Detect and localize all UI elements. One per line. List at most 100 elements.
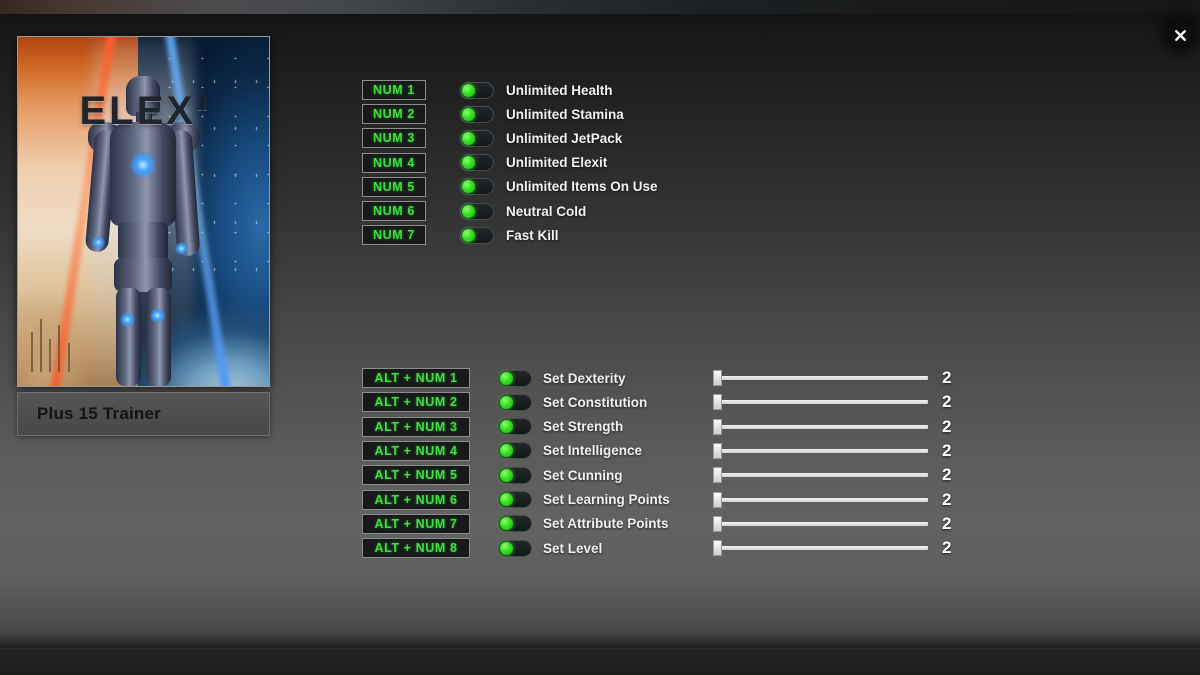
cheat-toggle[interactable]	[460, 129, 494, 147]
cheat-label: Unlimited Health	[506, 82, 613, 98]
slider-handle[interactable]	[713, 491, 722, 508]
slider-track	[713, 376, 928, 380]
value-slider[interactable]	[713, 370, 928, 386]
hotkey-button[interactable]: NUM 3	[362, 128, 426, 149]
hotkey-button[interactable]: NUM 2	[362, 104, 426, 125]
cheat-label: Unlimited Items On Use	[506, 179, 658, 195]
slider-handle[interactable]	[713, 418, 722, 435]
toggle-knob-icon	[462, 83, 475, 97]
cheat-toggle[interactable]	[460, 154, 494, 172]
hotkey-button[interactable]: NUM 5	[362, 176, 426, 197]
slider-option-row: ALT + NUM 6 Set Learning Points 2	[362, 489, 968, 510]
slider-value: 2	[942, 368, 952, 387]
toggle-knob-icon	[500, 468, 513, 482]
slider-track	[713, 521, 928, 526]
cheat-toggle[interactable]	[498, 515, 532, 533]
cheat-label: Set Dexterity	[543, 370, 626, 386]
slider-track	[713, 497, 928, 502]
toggle-knob-icon	[462, 156, 475, 170]
value-slider[interactable]	[713, 442, 928, 459]
value-slider[interactable]	[713, 467, 928, 484]
slider-option-row: ALT + NUM 5 Set Cunning 2	[362, 465, 968, 486]
cheat-toggle[interactable]	[498, 418, 532, 436]
hotkey-button[interactable]: NUM 6	[362, 201, 426, 221]
slider-track	[713, 546, 928, 551]
cheat-toggle[interactable]	[498, 491, 532, 508]
window-bottom-bar	[0, 648, 1200, 675]
slider-option-row: ALT + NUM 1 Set Dexterity 2	[362, 368, 968, 388]
cheat-label: Fast Kill	[506, 227, 559, 243]
slider-track	[713, 473, 928, 478]
slider-track	[713, 400, 928, 405]
cheat-toggle[interactable]	[498, 442, 532, 460]
hotkey-button[interactable]: NUM 7	[362, 225, 426, 246]
value-slider[interactable]	[713, 515, 928, 532]
toggle-knob-icon	[500, 395, 513, 409]
slider-handle[interactable]	[713, 467, 722, 484]
value-slider[interactable]	[713, 418, 928, 435]
cover-logo-superscript: II	[196, 93, 208, 115]
slider-value: 2	[942, 392, 952, 412]
hotkey-button[interactable]: ALT + NUM 3	[362, 416, 470, 437]
toggle-option-row: NUM 5 Unlimited Items On Use	[362, 176, 658, 197]
value-slider[interactable]	[713, 540, 928, 557]
cheat-toggle[interactable]	[460, 81, 494, 99]
hotkey-button[interactable]: ALT + NUM 2	[362, 392, 470, 413]
hotkey-button[interactable]: ALT + NUM 7	[362, 513, 470, 534]
cheat-toggle[interactable]	[460, 226, 494, 244]
cheat-label: Neutral Cold	[506, 203, 587, 219]
cheat-label: Set Constitution	[543, 394, 648, 410]
close-button[interactable]	[1167, 22, 1193, 48]
window-top-accent-strip	[0, 0, 1200, 14]
slider-handle[interactable]	[713, 370, 722, 386]
game-cover-art: ELEXII	[18, 37, 269, 386]
cover-logo: ELEXII	[18, 89, 269, 134]
game-cover: ELEXII	[17, 36, 270, 387]
slider-track	[713, 424, 928, 429]
cheat-label: Set Attribute Points	[543, 516, 669, 532]
hotkey-button[interactable]: NUM 4	[362, 152, 426, 173]
cheat-label: Unlimited Elexit	[506, 155, 608, 171]
toggle-knob-icon	[462, 180, 475, 194]
toggle-knob-icon	[500, 541, 513, 555]
slider-handle[interactable]	[713, 394, 722, 411]
toggle-knob-icon	[500, 493, 513, 506]
slider-option-row: ALT + NUM 4 Set Intelligence 2	[362, 440, 968, 461]
trainer-title-bar: Plus 15 Trainer	[17, 392, 270, 436]
slider-value: 2	[942, 440, 952, 460]
hotkey-button[interactable]: ALT + NUM 6	[362, 489, 470, 510]
cheat-toggle[interactable]	[498, 466, 532, 484]
cheat-toggle[interactable]	[460, 178, 494, 196]
slider-handle[interactable]	[713, 540, 722, 557]
cheat-label: Set Cunning	[543, 467, 623, 483]
hotkey-button[interactable]: ALT + NUM 5	[362, 465, 470, 486]
hotkey-button[interactable]: ALT + NUM 8	[362, 538, 470, 559]
cheat-toggle[interactable]	[498, 393, 532, 411]
cheat-toggle[interactable]	[460, 105, 494, 123]
value-slider[interactable]	[713, 491, 928, 508]
hotkey-button[interactable]: ALT + NUM 4	[362, 440, 470, 461]
close-icon	[1174, 29, 1186, 41]
slider-handle[interactable]	[713, 515, 722, 532]
hotkey-button[interactable]: ALT + NUM 1	[362, 368, 470, 388]
toggle-knob-icon	[462, 204, 475, 218]
trainer-window: ELEXII Plus 15 Trainer NUM 1 Unlimited He…	[0, 0, 1200, 675]
cheat-label: Unlimited Stamina	[506, 106, 624, 122]
window-top-shadow	[0, 14, 1200, 24]
toggle-knob-icon	[500, 371, 513, 385]
value-slider[interactable]	[713, 394, 928, 411]
slider-option-row: ALT + NUM 2 Set Constitution 2	[362, 392, 968, 413]
cover-logo-main: ELEX	[79, 89, 196, 133]
cheat-toggle[interactable]	[498, 539, 532, 557]
slider-option-row: ALT + NUM 7 Set Attribute Points 2	[362, 513, 968, 534]
cheat-toggle[interactable]	[460, 202, 494, 220]
toggle-knob-icon	[500, 444, 513, 458]
trainer-title-label: Plus 15 Trainer	[37, 404, 161, 423]
slider-option-row: ALT + NUM 8 Set Level 2	[362, 538, 968, 559]
slider-handle[interactable]	[713, 442, 722, 459]
toggle-option-row: NUM 6 Neutral Cold	[362, 201, 586, 221]
cheat-label: Set Intelligence	[543, 443, 643, 459]
hotkey-button[interactable]: NUM 1	[362, 80, 426, 100]
cheat-toggle[interactable]	[498, 369, 532, 387]
cheat-label: Unlimited JetPack	[506, 130, 623, 146]
